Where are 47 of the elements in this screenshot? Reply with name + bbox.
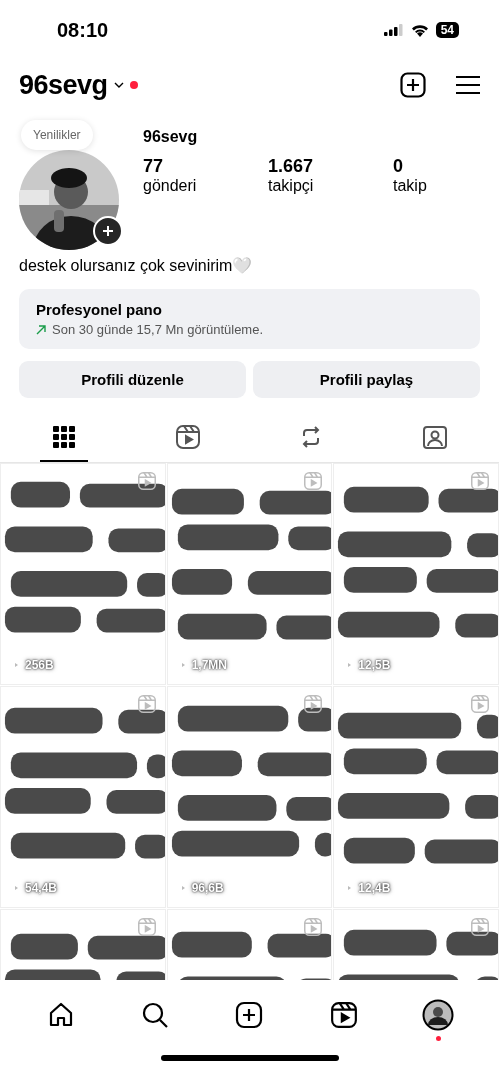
search-icon	[141, 1001, 170, 1029]
stat-count[interactable]: 0	[393, 156, 473, 177]
view-count: 1,7MN	[191, 658, 227, 672]
reel-icon	[329, 1001, 358, 1029]
account-username[interactable]: 96sevg	[19, 69, 108, 101]
dashboard-subtitle: Son 30 günde 15,7 Mn görüntüleme.	[52, 322, 264, 337]
stat-label[interactable]: takipçi	[268, 177, 393, 195]
add-icon	[235, 1001, 264, 1029]
trend-up-icon	[36, 324, 46, 335]
dashboard-card[interactable]: Profesyonel pano Son 30 günde 15,7 Mn görüntüleme.	[19, 289, 480, 349]
reel-icon	[137, 695, 156, 713]
add-icon[interactable]	[400, 72, 426, 98]
note-bubble[interactable]: Yenilikler	[21, 120, 93, 150]
reel-icon	[304, 918, 323, 936]
grid-icon	[52, 426, 75, 448]
bio-text: destek olursanız çok sevinirim🤍	[19, 256, 254, 275]
menu-icon[interactable]	[456, 75, 480, 95]
profile-button[interactable]: Profili düzenle	[19, 361, 246, 398]
profile-name: 96sevg	[143, 128, 199, 146]
view-count: 256B	[25, 658, 54, 672]
reel-icon	[137, 472, 156, 490]
reel-icon	[471, 918, 489, 936]
stat-label[interactable]: takip	[393, 177, 473, 195]
reel-icon	[137, 918, 156, 936]
view-count: 12,5B	[358, 658, 391, 672]
reel-icon	[304, 695, 323, 713]
dashboard-title: Profesyonel pano	[36, 301, 163, 318]
view-count: 12,4B	[358, 881, 391, 895]
reel-icon	[471, 472, 489, 490]
chevron-down-icon[interactable]	[113, 82, 124, 88]
plus-icon	[102, 225, 114, 237]
tagged-person-icon	[422, 424, 449, 450]
reel-icon	[174, 424, 201, 450]
status-time: 08:10	[57, 18, 109, 42]
profile-button[interactable]: Profili paylaş	[253, 361, 480, 398]
stat-count[interactable]: 77	[143, 156, 268, 177]
stat-count[interactable]: 1.667	[268, 156, 393, 177]
view-count: 54,4B	[25, 881, 58, 895]
stat-label[interactable]: gönderi	[143, 177, 268, 195]
battery-indicator: 54	[435, 22, 459, 38]
reel-icon	[304, 472, 323, 490]
avatar-icon	[421, 999, 454, 1031]
wifi-icon	[410, 23, 429, 37]
view-count: 96,6B	[191, 881, 224, 895]
add-story-button[interactable]	[93, 216, 123, 246]
signal-icon	[383, 24, 404, 36]
reel-icon	[471, 695, 489, 713]
